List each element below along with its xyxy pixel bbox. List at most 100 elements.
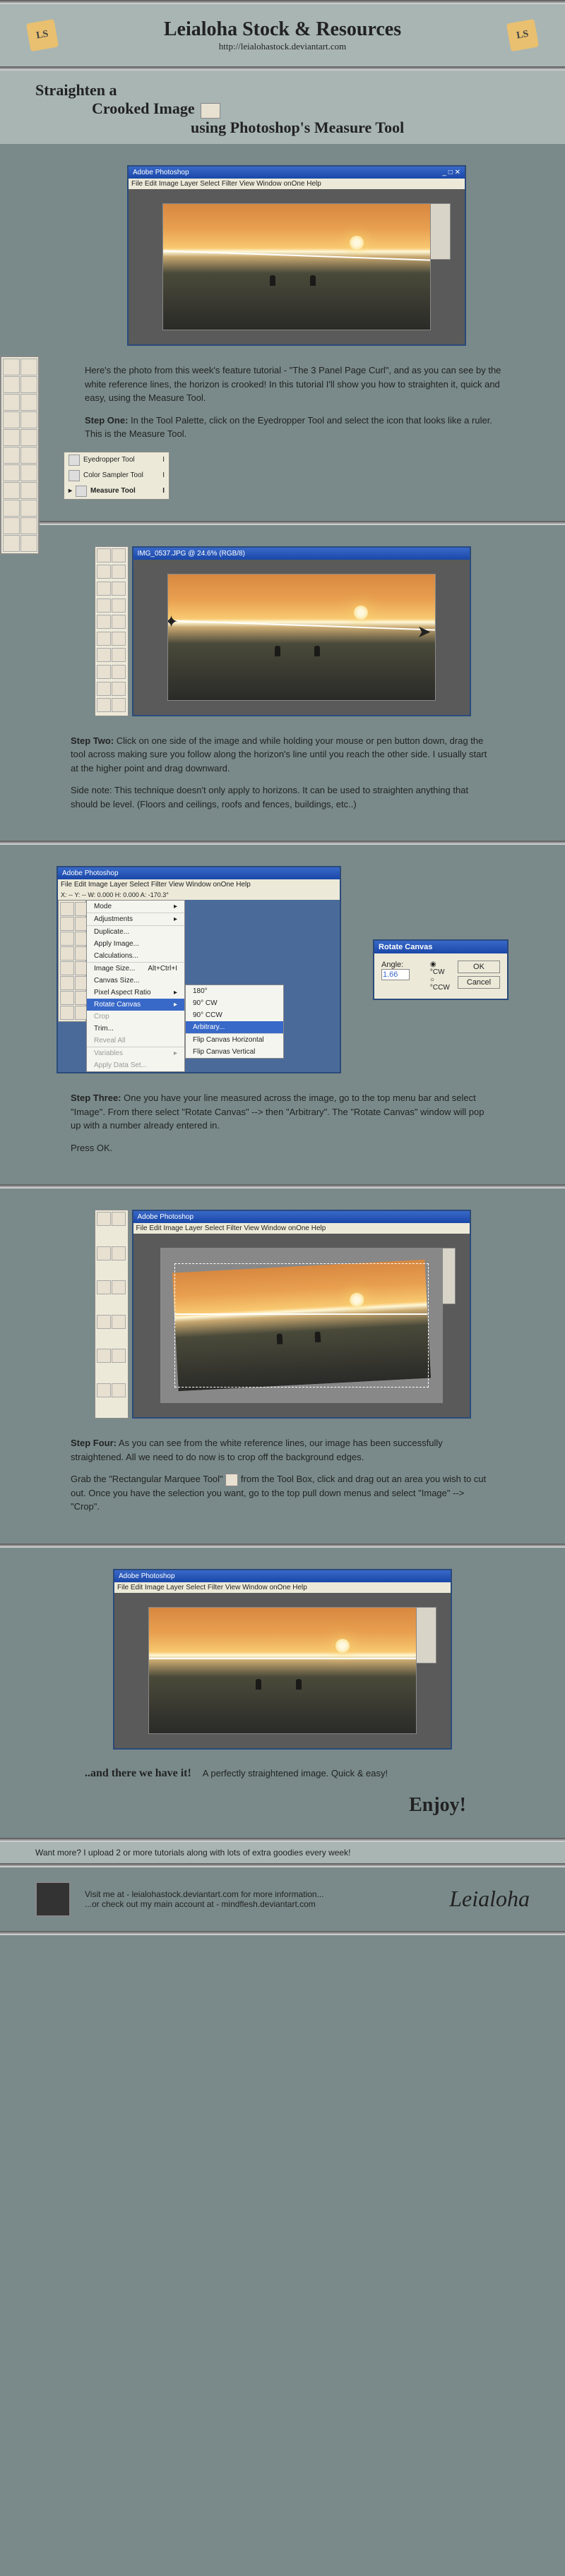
tool-cell — [3, 394, 20, 411]
radio-cw[interactable]: ◉ °CW — [430, 961, 451, 976]
shortcut: I — [162, 487, 165, 495]
ps-titlebar: Adobe Photoshop — [133, 1211, 470, 1223]
step-1-label: Step One: — [85, 415, 128, 426]
end-text: ..and there we have it! — [85, 1767, 191, 1779]
logo-left: LS — [26, 19, 59, 52]
tool-cell — [3, 376, 20, 393]
tool-cell — [112, 1383, 126, 1397]
menu-label: Reveal All — [94, 1037, 125, 1045]
menu-label: Flip Canvas Vertical — [193, 1048, 255, 1056]
step-3-label: Step Three: — [71, 1093, 121, 1103]
dialog-body: Angle: ◉ °CW ○ °CCW OK Cancel — [374, 953, 507, 999]
ps-titlebar: Adobe Photoshop — [114, 1570, 451, 1582]
tool-cell — [20, 500, 37, 517]
measure-line — [167, 620, 436, 631]
section-step-1: Adobe Photoshop _ □ ✕ File Edit Image La… — [0, 144, 565, 521]
tool-cell — [112, 632, 126, 646]
ps-menubar: File Edit Image Layer Select Filter View… — [114, 1582, 451, 1593]
tool-cell — [97, 1349, 111, 1363]
tool-cell — [112, 1246, 126, 1260]
menu-label: Apply Data Set... — [94, 1061, 147, 1069]
menu-canvas-size: Canvas Size... — [87, 975, 184, 987]
radio-ccw[interactable]: ○ °CCW — [430, 976, 451, 992]
tool-cell — [60, 902, 74, 916]
menu-label: Trim... — [94, 1025, 114, 1033]
tool-cell — [20, 359, 37, 375]
menu-label: Rotate Canvas — [94, 1001, 141, 1009]
site-title: Leialoha Stock & Resources — [71, 18, 494, 41]
menu-reveal-all: Reveal All — [87, 1035, 184, 1047]
tool-cell — [20, 411, 37, 428]
photoshop-window: IMG_0537.JPG @ 24.6% (RGB/8) ✦ ➤ — [132, 546, 471, 716]
end-sub: A perfectly straightened image. Quick & … — [203, 1768, 388, 1778]
title-line-2: Crooked Image — [92, 100, 195, 117]
reference-line — [162, 250, 431, 261]
chevron-right-icon: ▸ — [174, 989, 177, 997]
tool-cell — [97, 665, 111, 679]
tool-cell — [112, 598, 126, 613]
eyedropper-icon — [69, 455, 80, 466]
flyout-eyedropper: Eyedropper Tool I — [64, 452, 169, 468]
window-controls-icon: _ □ ✕ — [442, 169, 460, 176]
screenshot-5: Adobe Photoshop File Edit Image Layer Se… — [56, 1569, 509, 1750]
tool-cell — [112, 1349, 126, 1363]
angle-input[interactable] — [381, 969, 410, 980]
enjoy-text: Enjoy! — [56, 1794, 509, 1817]
tool-cell — [97, 565, 111, 579]
tool-cell — [97, 682, 111, 696]
silhouette — [256, 1679, 261, 1690]
ps-app-title: Adobe Photoshop — [138, 1213, 194, 1221]
title-line-1: Straighten a — [35, 81, 530, 100]
sun-icon — [335, 1639, 350, 1653]
footer-main: ...or check out my main account at - min… — [85, 1899, 324, 1909]
menu-label: 180° — [193, 987, 208, 995]
ps-titlebar: Adobe Photoshop — [58, 867, 340, 879]
submenu-180: 180° — [186, 985, 283, 997]
screenshot-1: Adobe Photoshop _ □ ✕ File Edit Image La… — [85, 165, 509, 346]
flyout-measure: ▸ Measure Tool I — [64, 483, 169, 499]
menu-pixel-ratio: Pixel Aspect Ratio▸ — [87, 987, 184, 999]
menu-label: Apply Image... — [94, 940, 139, 948]
marquee-tool-icon — [225, 1474, 238, 1486]
cw-label: °CW — [430, 968, 445, 976]
section-final: Adobe Photoshop File Edit Image Layer Se… — [0, 1548, 565, 1838]
tool-cell — [60, 932, 74, 946]
step-2-label: Step Two: — [71, 735, 114, 746]
header-text: Leialoha Stock & Resources http://leialo… — [71, 18, 494, 52]
flyout-eyedropper-label: Eyedropper Tool — [83, 456, 135, 464]
chevron-right-icon: ▸ — [174, 903, 177, 910]
ok-button[interactable]: OK — [458, 961, 500, 973]
flyout-sampler-label: Color Sampler Tool — [83, 471, 143, 479]
marquee-selection — [174, 1263, 429, 1388]
tool-cell — [97, 1246, 111, 1260]
signature: Leialoha — [449, 1886, 530, 1912]
shortcut: I — [162, 471, 165, 479]
section-step-2: IMG_0537.JPG @ 24.6% (RGB/8) ✦ ➤ Step Tw… — [0, 525, 565, 841]
menu-apply-image: Apply Image... — [87, 938, 184, 950]
tool-cell — [60, 946, 74, 961]
sunset-photo: ✦ ➤ — [167, 574, 436, 701]
chevron-right-icon: ▸ — [174, 915, 177, 923]
silhouette — [275, 646, 280, 656]
submenu-flip-h: Flip Canvas Horizontal — [186, 1033, 283, 1046]
ps-menubar: File Edit Image Layer Select Filter View… — [133, 1223, 470, 1234]
submenu-flip-v: Flip Canvas Vertical — [186, 1046, 283, 1058]
menu-duplicate: Duplicate... — [87, 925, 184, 938]
ps-doc-title: IMG_0537.JPG @ 24.6% (RGB/8) — [138, 550, 245, 558]
cancel-button[interactable]: Cancel — [458, 976, 500, 989]
ps-app-title: Adobe Photoshop — [119, 1572, 175, 1580]
menu-label: Duplicate... — [94, 928, 129, 936]
step-4-text-2a: Grab the "Rectangular Marquee Tool" — [71, 1474, 223, 1484]
chevron-right-icon: ▸ — [174, 1049, 177, 1057]
menu-adjustments: Adjustments▸ — [87, 913, 184, 925]
tool-cell — [20, 464, 37, 481]
ps-canvas: Layers — [133, 1234, 470, 1417]
logo-right: LS — [506, 19, 539, 52]
tool-cell — [112, 548, 126, 562]
section-step-4: Adobe Photoshop File Edit Image Layer Se… — [0, 1188, 565, 1543]
dialog-title: Rotate Canvas — [374, 941, 507, 953]
submenu-90cw: 90° CW — [186, 997, 283, 1009]
tool-flyout-container: Eyedropper Tool I Color Sampler Tool I ▸… — [64, 452, 509, 500]
step-4-label: Step Four: — [71, 1438, 117, 1448]
site-url: http://leialohastock.deviantart.com — [71, 41, 494, 52]
